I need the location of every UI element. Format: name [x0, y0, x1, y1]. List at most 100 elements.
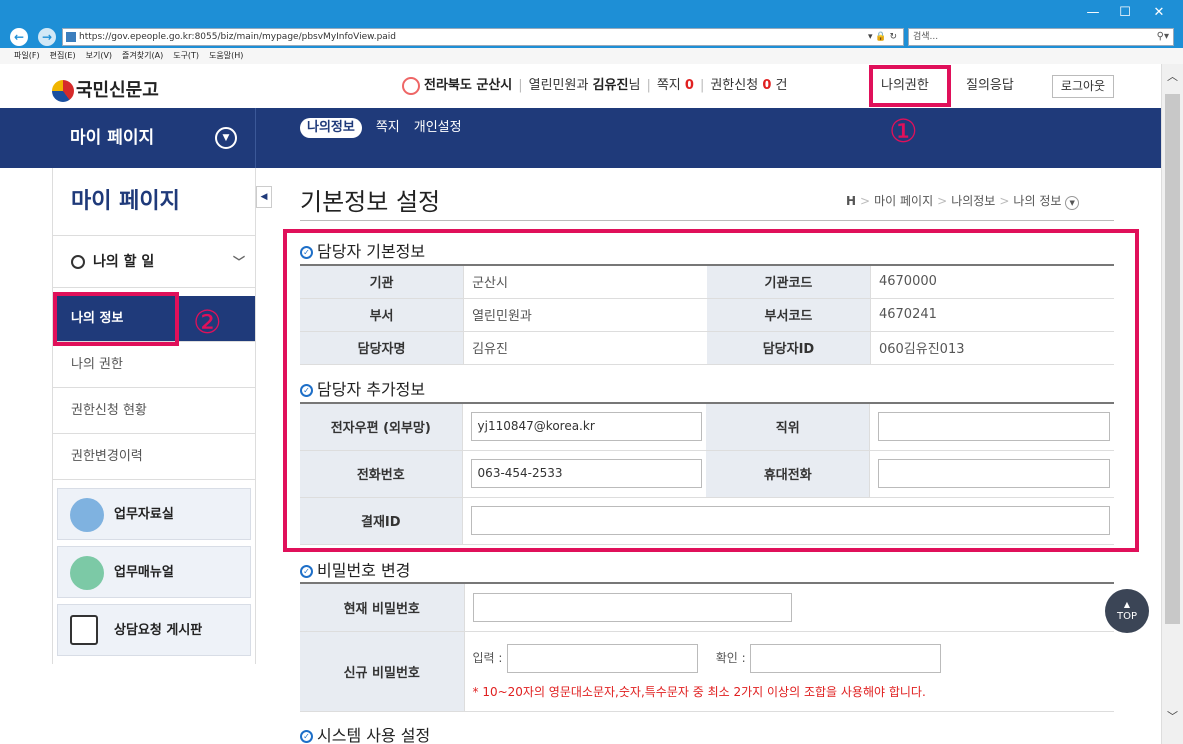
label-approval-id: 결재ID: [300, 497, 463, 545]
logo-mark-icon: [52, 80, 74, 102]
label-org: 기관: [300, 264, 465, 299]
top-button[interactable]: ▲ TOP: [1105, 589, 1149, 633]
user-name: 김유진: [592, 78, 629, 93]
label-phone: 전화번호: [300, 450, 463, 498]
sub-tabs: 나의정보 쪽지 개인설정: [300, 116, 476, 138]
menu-file[interactable]: 파일(F): [14, 51, 40, 60]
url-text: https://gov.epeople.go.kr:8055/biz/main/…: [79, 32, 397, 42]
card-label: 상담요청 게시판: [114, 623, 203, 638]
position-field[interactable]: [878, 412, 1111, 442]
scroll-up-icon[interactable]: ︿: [1162, 68, 1183, 86]
site-logo[interactable]: 국민신문고: [52, 76, 159, 102]
sidebar-card-counsel-board[interactable]: 상담요청 게시판: [57, 604, 251, 656]
address-bar[interactable]: https://gov.epeople.go.kr:8055/biz/main/…: [62, 28, 904, 46]
section-basic-title: ✓ 담당자 기본정보: [300, 238, 425, 262]
value-org-code: 4670000: [870, 264, 1114, 299]
menu-edit[interactable]: 편집(E): [50, 51, 76, 60]
sidebar: 마이 페이지 나의 할 일 ﹀ 나의 정보 나의 권한 권한신청 현황 권한변경이…: [52, 168, 256, 664]
new-password-input-label: 입력 :: [472, 651, 503, 665]
new-password-field[interactable]: [506, 644, 698, 673]
magnifier-icon: [70, 556, 104, 590]
maximize-icon[interactable]: ☐: [1110, 4, 1140, 22]
search-icon[interactable]: ⚲▾: [1157, 29, 1169, 45]
tab-settings[interactable]: 개인설정: [414, 118, 462, 138]
minimize-icon[interactable]: —: [1078, 4, 1108, 22]
document-pen-icon: [70, 615, 98, 645]
annotation-number-2: ②: [193, 303, 222, 341]
label-mobile: 휴대전화: [706, 450, 871, 498]
notes-link[interactable]: 쪽지 0: [657, 78, 694, 93]
section-extra-title: ✓ 담당자 추가정보: [300, 376, 425, 400]
sidebar-item-request-status[interactable]: 권한신청 현황: [53, 388, 255, 434]
collapse-sidebar-icon[interactable]: ◀: [256, 186, 272, 208]
tab-my-info[interactable]: 나의정보: [300, 118, 362, 138]
back-icon[interactable]: ←: [10, 28, 28, 46]
menu-view[interactable]: 보기(V): [86, 51, 112, 60]
new-password-confirm-label: 확인 :: [715, 651, 746, 665]
approval-id-field[interactable]: [470, 506, 1110, 535]
site-header: 국민신문고 전라북도 군산시 | 열린민원과 김유진님 | 쪽지 0 | 권한신청 0 건 …: [0, 64, 1161, 108]
chevron-down-icon[interactable]: ▼: [1065, 196, 1080, 210]
sidebar-item-my-permission[interactable]: 나의 권한: [53, 342, 255, 388]
qna-link[interactable]: 질의응답: [966, 75, 1014, 97]
highlight-box-2: [53, 292, 179, 346]
hand-icon: [70, 498, 104, 532]
current-password-field[interactable]: [472, 592, 792, 622]
forward-icon[interactable]: →: [38, 28, 56, 46]
phone-field[interactable]: 063-454-2533: [470, 459, 702, 488]
notes-count: 0: [684, 78, 694, 93]
request-unit: 건: [775, 78, 788, 93]
menu-help[interactable]: 도움말(H): [209, 51, 243, 60]
label-manager-id: 담당자ID: [706, 331, 871, 365]
check-circle-icon: ✓: [300, 384, 313, 397]
breadcrumb-item[interactable]: 나의 정보: [1013, 194, 1061, 208]
card-label: 업무자료실: [114, 507, 174, 522]
chevron-down-icon[interactable]: ▼: [215, 127, 237, 149]
request-link[interactable]: 권한신청 0 건: [710, 78, 787, 93]
menu-favorites[interactable]: 즐겨찾기(A): [122, 51, 163, 60]
person-icon: [402, 76, 420, 95]
password-table: 현재 비밀번호 신규 비밀번호 입력 : 확인 : * 10~20자의 영문대소…: [300, 582, 1114, 712]
nav-band: 마이 페이지 ▼ 나의정보 쪽지 개인설정 ①: [0, 108, 1161, 168]
table-row: 신규 비밀번호 입력 : 확인 : * 10~20자의 영문대소문자,숫자,특수…: [300, 631, 1114, 712]
home-icon[interactable]: H: [846, 194, 856, 208]
tab-notes[interactable]: 쪽지: [376, 118, 400, 138]
breadcrumb-item[interactable]: 나의정보: [951, 194, 995, 208]
email-field[interactable]: yj110847@korea.kr: [470, 412, 702, 442]
check-circle-icon: ✓: [300, 565, 313, 578]
menu-tools[interactable]: 도구(T): [173, 51, 199, 60]
sidebar-todo[interactable]: 나의 할 일 ﹀: [53, 236, 255, 288]
user-info: 전라북도 군산시 | 열린민원과 김유진님 | 쪽지 0 | 권한신청 0 건: [402, 75, 787, 97]
mypage-menu[interactable]: 마이 페이지 ▼: [52, 108, 256, 168]
menu-bar: 파일(F) 편집(E) 보기(V) 즐겨찾기(A) 도구(T) 도움말(H): [0, 48, 1183, 64]
user-dept: 열린민원과: [528, 78, 589, 93]
value-dept-code: 4670241: [870, 298, 1114, 332]
table-row: 결재ID: [300, 497, 1114, 545]
logo-text: 국민신문고: [76, 80, 159, 101]
logout-button[interactable]: 로그아웃: [1052, 75, 1114, 98]
sidebar-card-manual[interactable]: 업무매뉴얼: [57, 546, 251, 598]
check-circle-icon: ✓: [300, 246, 313, 259]
label-position: 직위: [706, 402, 871, 451]
mobile-field[interactable]: [878, 459, 1111, 488]
breadcrumb: H > 마이 페이지 > 나의정보 > 나의 정보 ▼: [846, 192, 1080, 210]
search-input[interactable]: 검색... ⚲▾: [908, 28, 1174, 46]
scroll-down-icon[interactable]: ﹀: [1162, 708, 1183, 726]
table-row: 담당자명 김유진 담당자ID 060김유진013: [300, 331, 1114, 365]
person-icon: [71, 255, 85, 269]
lock-refresh-icon[interactable]: ▾ 🔒 ↻: [868, 29, 897, 45]
notes-label: 쪽지: [656, 78, 681, 93]
label-email: 전자우편 (외부망): [300, 402, 463, 451]
table-row: 부서 열린민원과 부서코드 4670241: [300, 298, 1114, 332]
vertical-scrollbar[interactable]: ︿ ﹀: [1161, 64, 1183, 744]
scroll-thumb[interactable]: [1165, 94, 1180, 624]
request-count: 0: [762, 78, 772, 93]
qna-label: 질의응답: [966, 78, 1014, 93]
table-row: 전화번호 063-454-2533 휴대전화: [300, 450, 1114, 498]
confirm-password-field[interactable]: [749, 644, 941, 673]
breadcrumb-item[interactable]: 마이 페이지: [874, 194, 933, 208]
highlight-box-1: [869, 65, 951, 107]
sidebar-card-materials[interactable]: 업무자료실: [57, 488, 251, 540]
close-icon[interactable]: ✕: [1144, 4, 1174, 22]
sidebar-item-change-history[interactable]: 권한변경이력: [53, 434, 255, 480]
